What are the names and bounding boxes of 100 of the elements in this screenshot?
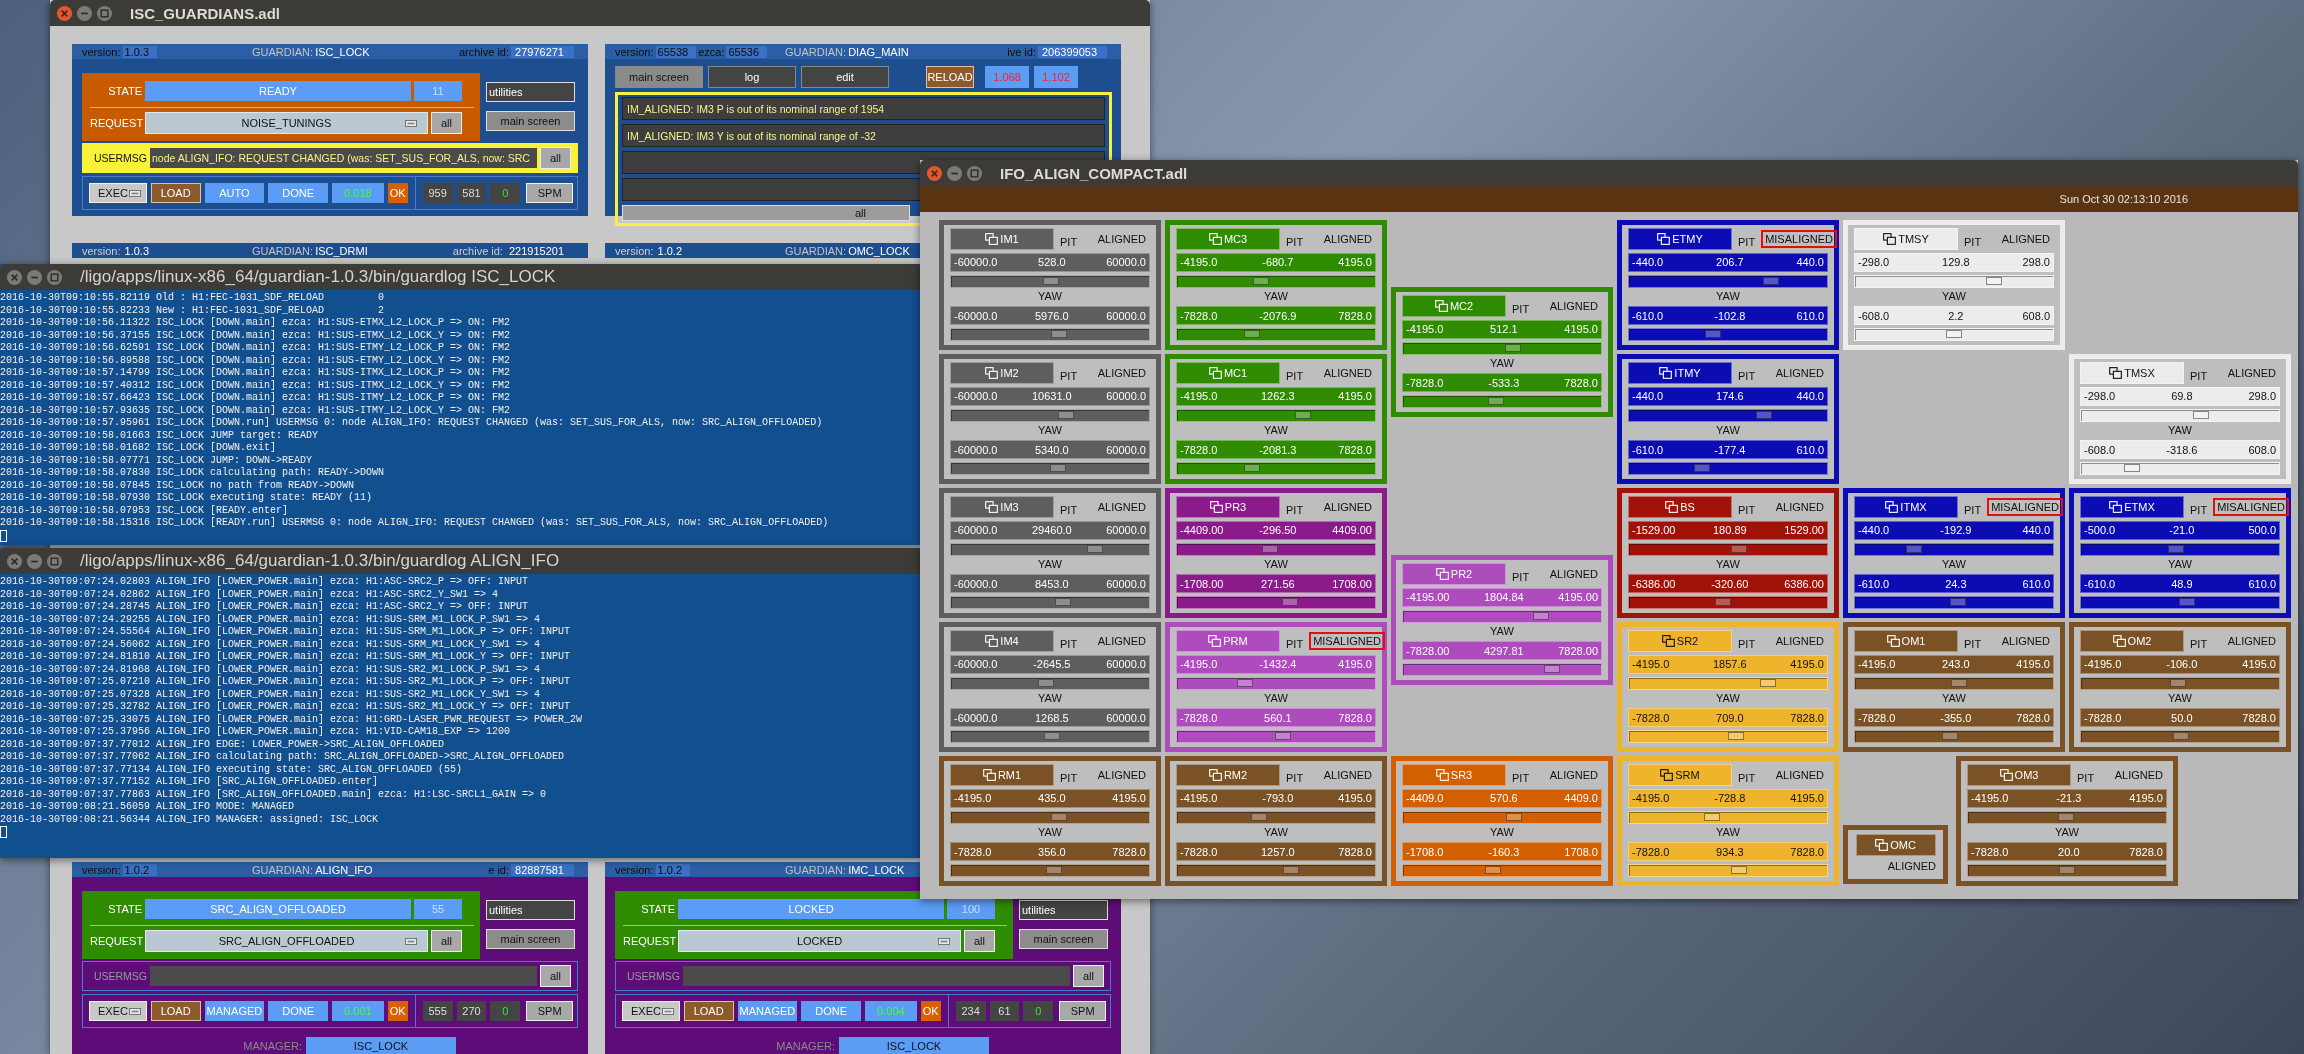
optic-button[interactable]: RM2 [1176, 764, 1280, 786]
optic-button[interactable]: SR2 [1628, 630, 1732, 652]
request-dropdown[interactable]: SRC_ALIGN_OFFLOADED [145, 930, 428, 952]
optic-button[interactable]: ETMY [1628, 228, 1732, 250]
optic-button[interactable]: MC3 [1176, 228, 1280, 250]
optic-button[interactable]: OM3 [1967, 764, 2071, 786]
spm-button[interactable]: SPM [526, 1001, 573, 1021]
optic-button[interactable]: RM1 [950, 764, 1054, 786]
slider-thumb[interactable] [2172, 732, 2189, 740]
slider-thumb[interactable] [2124, 464, 2141, 472]
slider-thumb[interactable] [2169, 678, 2186, 687]
reload-button[interactable]: RELOAD [926, 66, 974, 88]
slider-thumb[interactable] [1730, 866, 1747, 874]
slider[interactable] [1854, 596, 2054, 609]
slider[interactable] [1176, 462, 1376, 475]
slider[interactable] [2080, 408, 2280, 422]
slider[interactable] [1967, 864, 2167, 877]
slider-thumb[interactable] [1533, 611, 1550, 620]
spm-button[interactable]: SPM [1059, 1001, 1106, 1021]
optic-button[interactable]: SRM [1628, 764, 1732, 786]
slider[interactable] [1402, 864, 1602, 877]
slider-thumb[interactable] [1046, 866, 1063, 874]
slider-thumb[interactable] [1951, 678, 1968, 687]
screen-button[interactable]: utilities [486, 82, 575, 102]
slider-thumb[interactable] [1487, 397, 1504, 405]
slider-thumb[interactable] [1050, 464, 1067, 472]
slider[interactable] [2080, 542, 2280, 556]
slider[interactable] [1176, 328, 1376, 341]
slider[interactable] [950, 328, 1150, 341]
all-button[interactable]: all [431, 930, 462, 952]
slider-thumb[interactable] [1051, 812, 1068, 821]
slider[interactable] [950, 542, 1150, 556]
slider[interactable] [1402, 810, 1602, 824]
optic-button[interactable]: ITMX [1854, 496, 1958, 518]
slider[interactable] [950, 408, 1150, 422]
slider[interactable] [2080, 730, 2280, 743]
optic-button[interactable]: BS [1628, 496, 1732, 518]
minimize-button[interactable] [76, 4, 93, 22]
optic-button[interactable]: OM2 [2080, 630, 2184, 652]
slider-thumb[interactable] [1906, 544, 1923, 553]
slider-thumb[interactable] [1760, 678, 1777, 687]
slider-thumb[interactable] [1282, 866, 1299, 874]
slider-thumb[interactable] [1505, 343, 1522, 352]
optic-button[interactable]: PR2 [1402, 563, 1506, 585]
screen-button[interactable]: main screen [486, 929, 575, 949]
all-button[interactable]: all [431, 112, 462, 134]
slider-thumb[interactable] [1985, 276, 2002, 285]
slider[interactable] [950, 274, 1150, 288]
slider-thumb[interactable] [1728, 732, 1745, 740]
optic-button[interactable]: IM2 [950, 362, 1054, 384]
load-button[interactable]: LOAD [150, 1001, 201, 1021]
close-button[interactable] [926, 164, 943, 182]
slider-thumb[interactable] [1044, 732, 1060, 740]
slider[interactable] [950, 810, 1150, 824]
all-button[interactable]: all [540, 147, 571, 169]
slider-thumb[interactable] [2193, 410, 2210, 419]
optic-button[interactable]: ETMX [2080, 496, 2184, 518]
optic-button[interactable]: IM1 [950, 228, 1054, 250]
slider[interactable] [2080, 676, 2280, 690]
all-button[interactable]: all [622, 205, 910, 221]
slider-thumb[interactable] [1282, 598, 1299, 606]
slider-thumb[interactable] [1941, 732, 1958, 740]
optic-button[interactable]: IM3 [950, 496, 1054, 518]
all-button[interactable]: all [1073, 965, 1104, 987]
maximize-button[interactable] [96, 4, 113, 22]
slider[interactable] [1854, 730, 2054, 743]
screen-button[interactable]: main screen [1019, 929, 1108, 949]
slider[interactable] [950, 462, 1150, 475]
slider[interactable] [1854, 542, 2054, 556]
slider-thumb[interactable] [1295, 410, 1312, 419]
slider[interactable] [950, 730, 1150, 743]
screen-button[interactable]: main screen [615, 66, 703, 88]
optic-button[interactable]: TMSY [1854, 228, 1958, 250]
slider-thumb[interactable] [1485, 866, 1502, 874]
slider-thumb[interactable] [1730, 544, 1747, 553]
slider-thumb[interactable] [1051, 330, 1068, 338]
slider[interactable] [950, 864, 1150, 877]
slider-thumb[interactable] [2058, 812, 2075, 821]
slider-thumb[interactable] [2168, 544, 2185, 553]
maximize-button[interactable] [46, 268, 63, 286]
maximize-button[interactable] [966, 164, 983, 182]
exec-dropdown[interactable]: EXEC [89, 183, 147, 203]
slider-thumb[interactable] [1693, 464, 1710, 472]
slider[interactable] [1176, 408, 1376, 422]
slider-thumb[interactable] [1243, 464, 1260, 472]
maximize-button[interactable] [46, 552, 63, 570]
slider-thumb[interactable] [1505, 812, 1522, 821]
slider-thumb[interactable] [1704, 330, 1721, 338]
slider[interactable] [1628, 864, 1828, 877]
slider[interactable] [2080, 462, 2280, 475]
slider-thumb[interactable] [1250, 812, 1267, 821]
slider[interactable] [950, 596, 1150, 609]
slider[interactable] [1402, 395, 1602, 408]
slider[interactable] [1176, 730, 1376, 743]
slider-thumb[interactable] [1086, 544, 1103, 553]
optic-button[interactable]: IM4 [950, 630, 1054, 652]
slider[interactable] [1628, 462, 1828, 475]
optic-button[interactable]: OMC [1855, 833, 1936, 856]
screen-button[interactable]: main screen [486, 111, 575, 131]
minimize-button[interactable] [26, 268, 43, 286]
